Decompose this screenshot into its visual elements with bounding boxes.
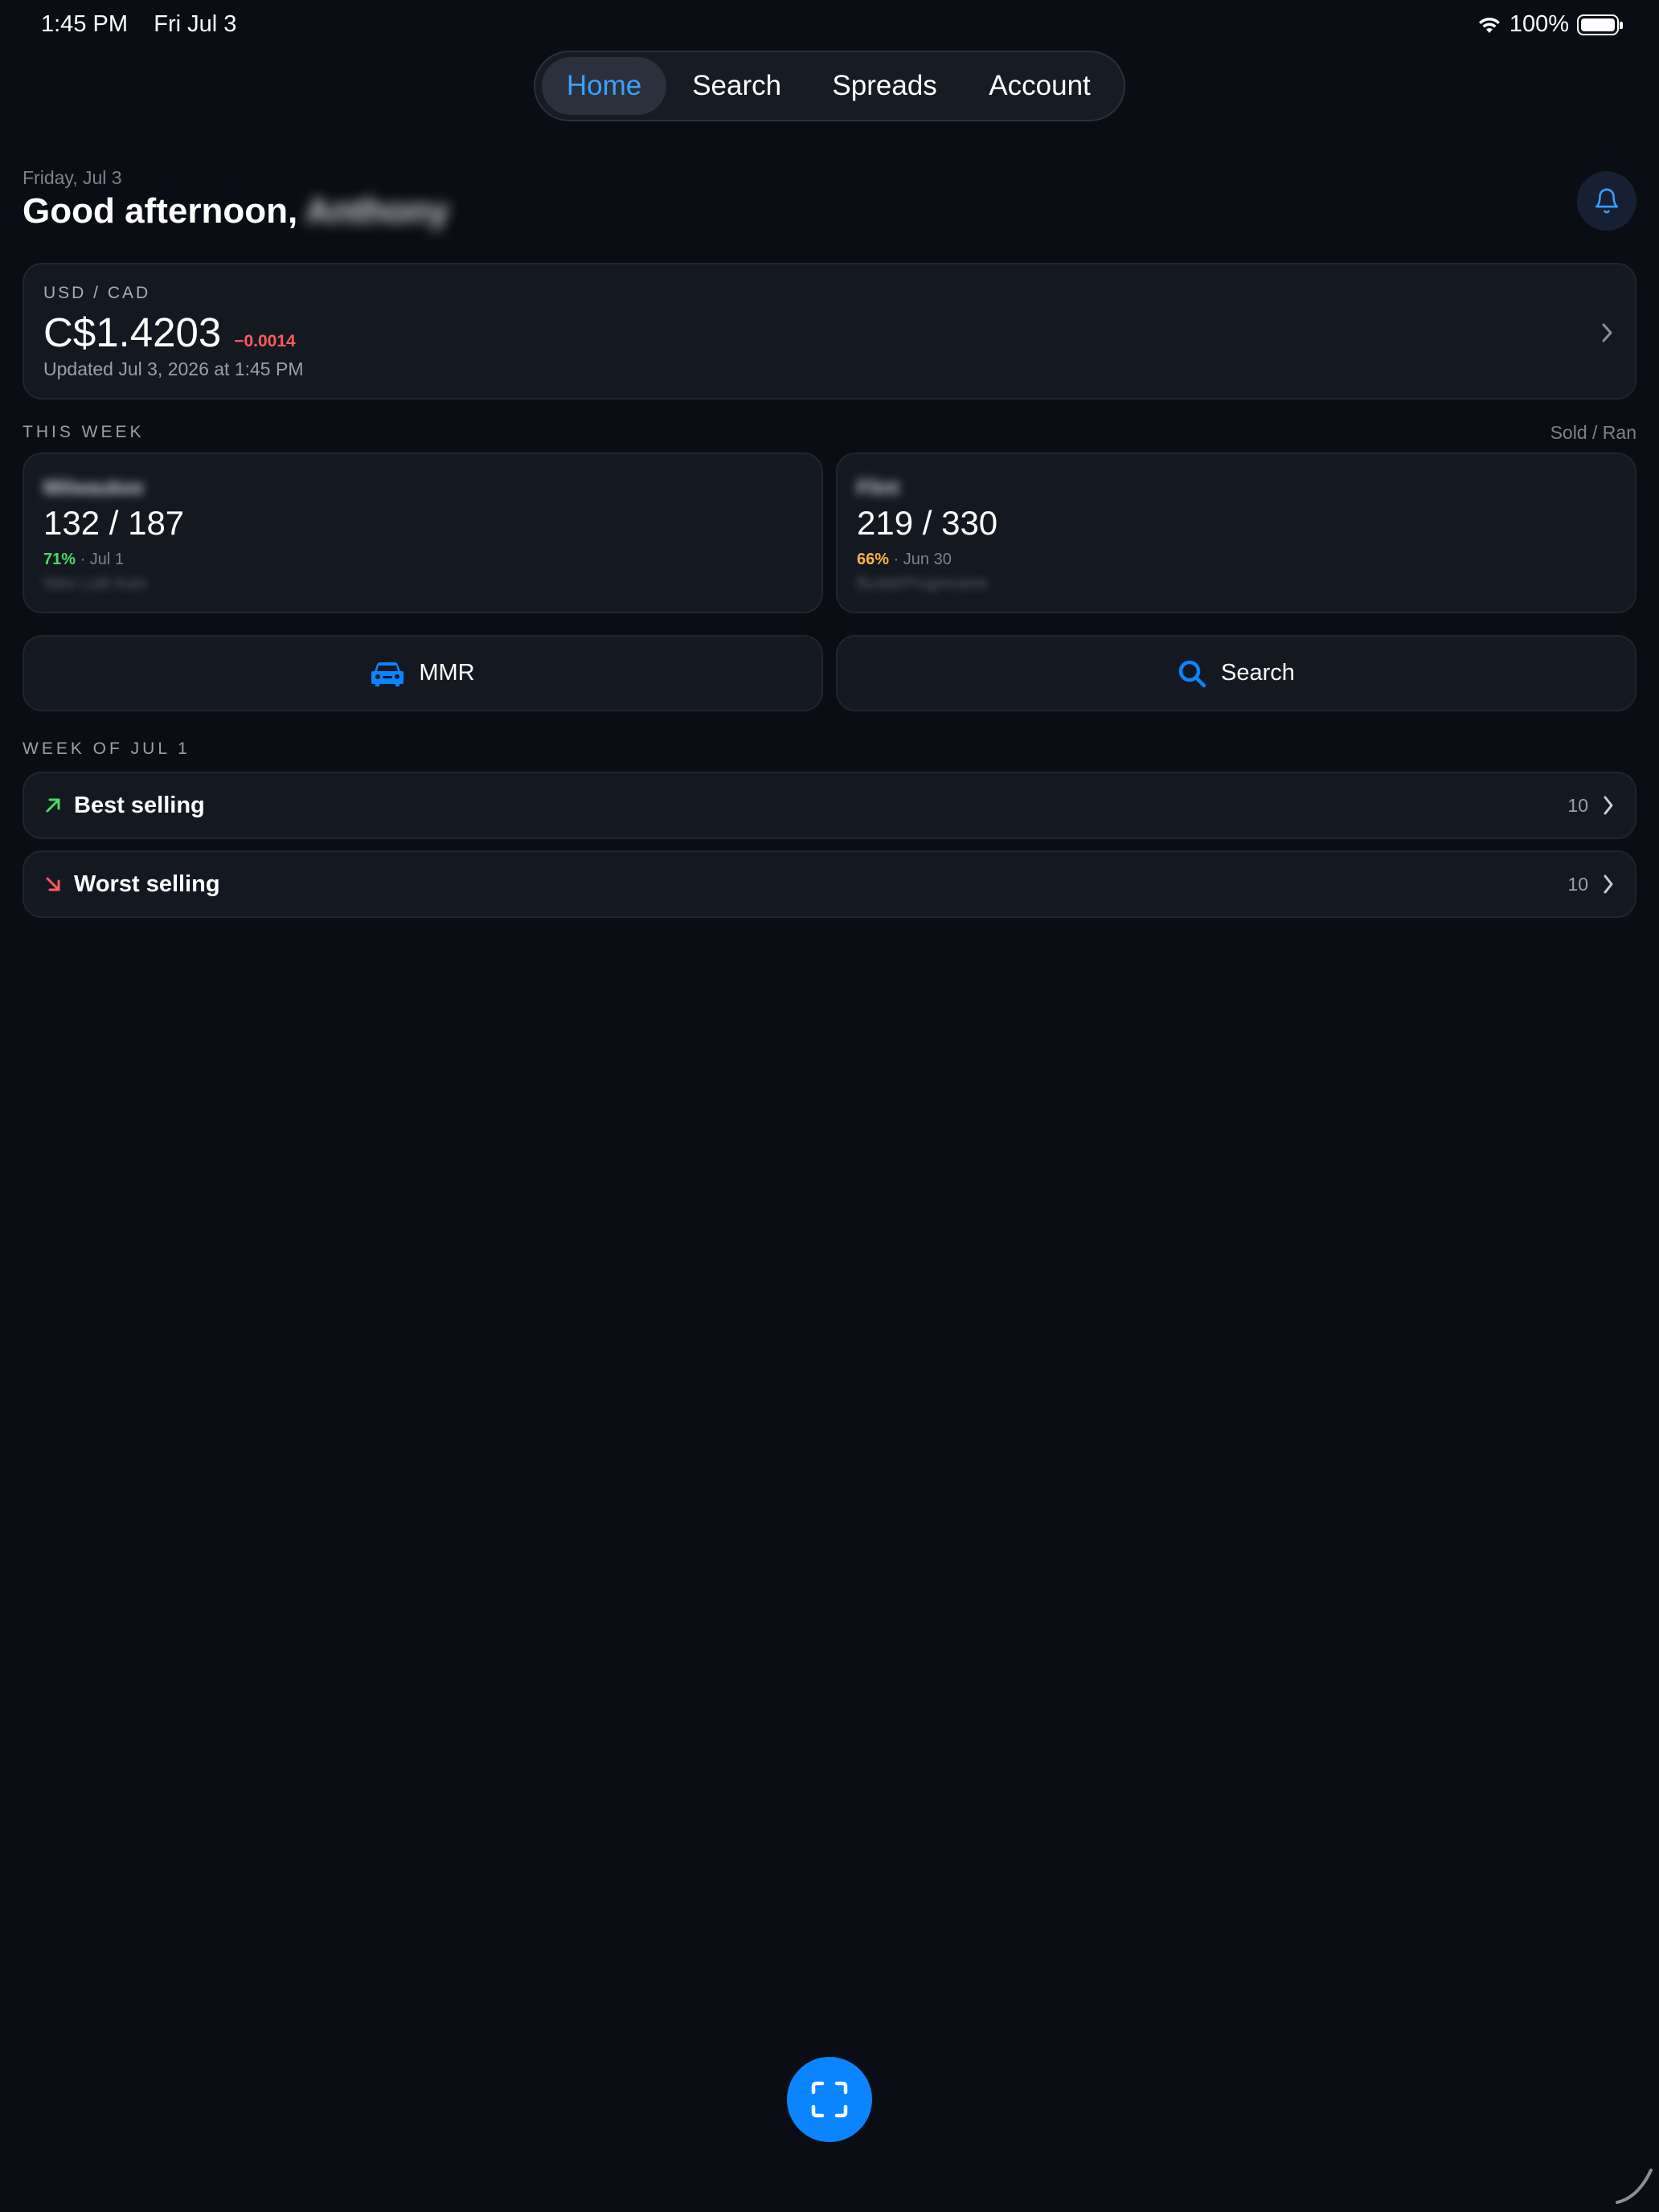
battery-icon [1577, 14, 1623, 35]
worst-selling-label: Worst selling [74, 870, 220, 897]
status-bar: 1:45 PM Fri Jul 3 100% [0, 0, 1659, 51]
week-stat-card[interactable]: Milwaukee 132 / 187 71% · Jul 1 New Lodi… [23, 453, 823, 613]
worst-selling-count: 10 [1567, 873, 1588, 895]
status-date: Fri Jul 3 [154, 11, 237, 37]
mmr-button[interactable]: MMR [23, 635, 823, 711]
best-selling-label: Best selling [74, 792, 205, 818]
week-of-label: WEEK OF JUL 1 [23, 739, 190, 758]
tab-spreads[interactable]: Spreads [807, 57, 962, 115]
mmr-label: MMR [419, 660, 475, 686]
search-button[interactable]: Search [836, 635, 1636, 711]
arrow-up-right-icon [46, 798, 60, 813]
fx-rate-card[interactable]: USD / CAD C$1.4203 −0.0014 Updated Jul 3… [23, 263, 1636, 399]
sale-date: · Jul 1 [80, 551, 125, 568]
sold-ran-legend: Sold / Ran [1550, 422, 1636, 443]
sell-rate: 66% [857, 551, 890, 568]
week-stat-meta: 66% · Jun 30 [857, 551, 952, 569]
notifications-button[interactable] [1577, 171, 1636, 231]
car-icon [371, 662, 404, 686]
bell-icon [1595, 188, 1619, 214]
auction-name: New Lodi Auto [43, 575, 147, 592]
user-name: Anthony [305, 191, 449, 231]
fx-updated: Updated Jul 3, 2026 at 1:45 PM [43, 358, 304, 379]
tab-bar: Home Search Spreads Account [534, 51, 1125, 121]
battery-percent: 100% [1509, 11, 1569, 37]
best-selling-count: 10 [1567, 794, 1588, 816]
greeting-text: Good afternoon, [23, 191, 298, 231]
arrow-down-right-icon [46, 877, 60, 891]
fx-rate-row: C$1.4203 −0.0014 [43, 309, 296, 356]
location-name: Milwaukee [43, 477, 145, 499]
fx-rate-change: −0.0014 [234, 332, 296, 350]
fx-pair: USD / CAD [43, 284, 151, 302]
header-date: Friday, Jul 3 [23, 167, 122, 188]
search-label: Search [1221, 660, 1295, 686]
location-name: Flint [857, 477, 899, 499]
this-week-label: THIS WEEK [23, 423, 145, 441]
tab-home[interactable]: Home [542, 57, 667, 115]
search-icon [1178, 660, 1206, 687]
scan-icon [811, 2081, 848, 2118]
status-indicators: 100% [1477, 11, 1623, 38]
fx-rate-value: C$1.4203 [43, 309, 222, 355]
resize-handle-icon [1616, 2169, 1653, 2204]
chevron-right-icon [1602, 323, 1612, 342]
week-stat-card[interactable]: Flint 219 / 330 66% · Jun 30 BusterProgr… [836, 453, 1636, 613]
scan-button[interactable] [787, 2057, 872, 2142]
chevron-right-icon [1604, 796, 1613, 815]
tab-account[interactable]: Account [962, 57, 1117, 115]
week-stat-meta: 71% · Jul 1 [43, 551, 124, 569]
tab-search[interactable]: Search [666, 57, 807, 115]
status-time: 1:45 PM Fri Jul 3 [41, 11, 236, 38]
sold-ran-count: 132 / 187 [43, 504, 185, 542]
sale-date: · Jun 30 [893, 551, 952, 568]
sell-rate: 71% [43, 551, 76, 568]
auction-name: BusterProgressive [857, 575, 989, 592]
sold-ran-count: 219 / 330 [857, 504, 998, 542]
greeting: Good afternoon, Anthony [23, 191, 449, 231]
wifi-icon [1478, 17, 1500, 33]
chevron-right-icon [1604, 875, 1613, 894]
best-selling-row[interactable]: Best selling 10 [23, 772, 1636, 839]
status-clock: 1:45 PM [41, 11, 128, 37]
worst-selling-row[interactable]: Worst selling 10 [23, 850, 1636, 918]
